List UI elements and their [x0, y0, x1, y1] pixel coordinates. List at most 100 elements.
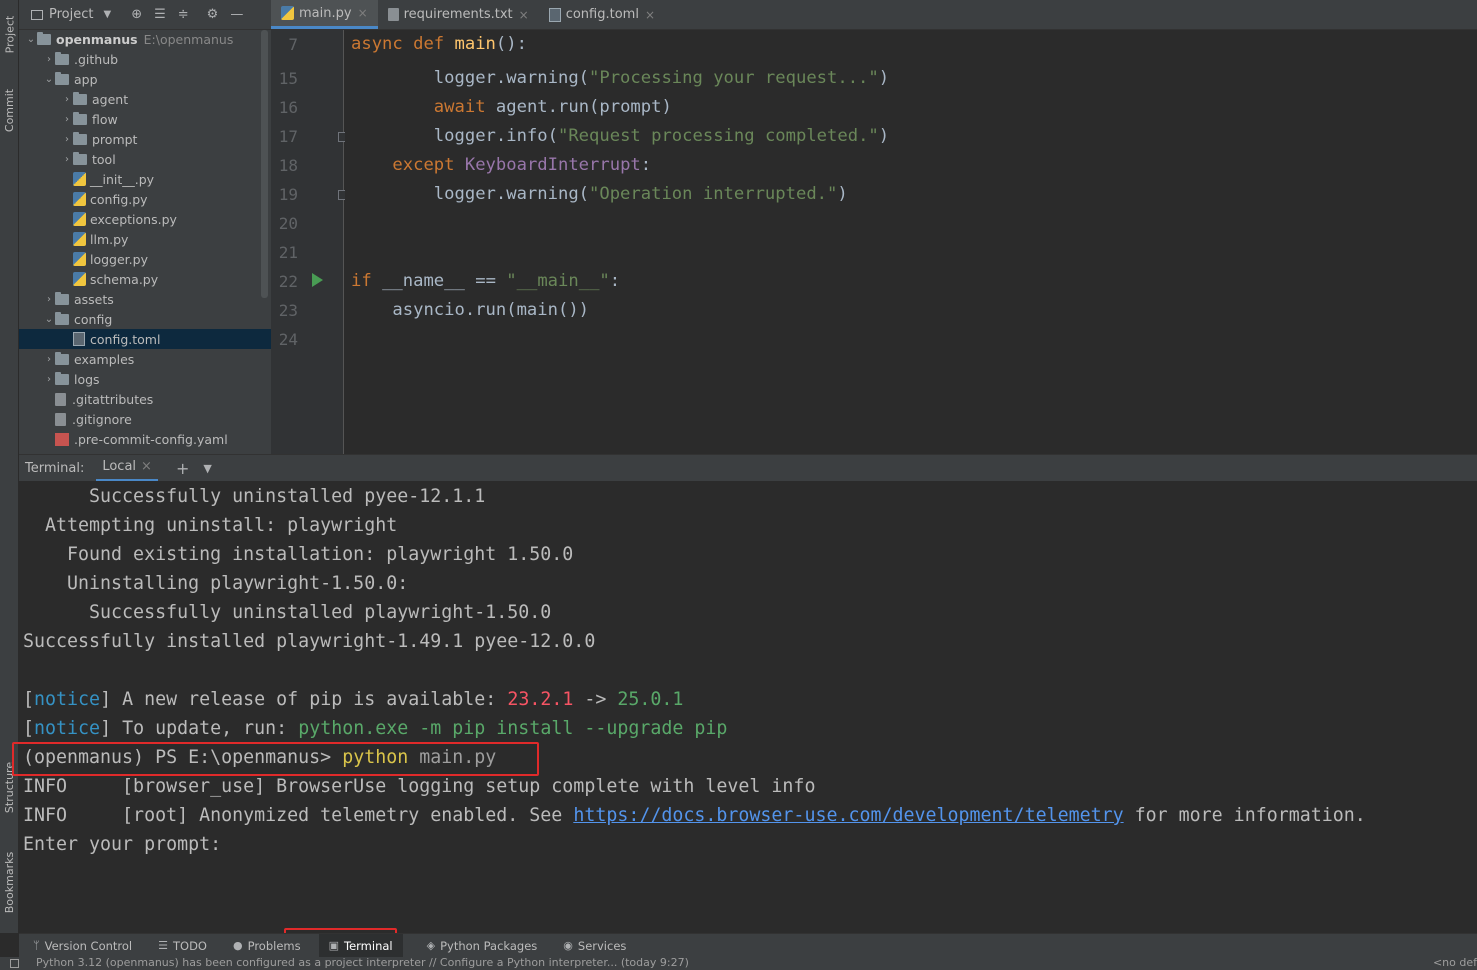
tree-item-label: .pre-commit-config.yaml — [74, 431, 228, 447]
status-toggle-icon[interactable] — [10, 959, 19, 968]
telemetry-link[interactable]: https://docs.browser-use.com/development… — [573, 805, 1123, 826]
code-line: logger.warning("Operation interrupted.") — [433, 184, 848, 204]
folder-icon — [73, 131, 87, 145]
line-number: 17 — [278, 127, 298, 146]
tree-item-label: assets — [74, 291, 114, 307]
code-line: if __name__ == "__main__": — [351, 271, 621, 291]
line-number: 24 — [278, 330, 298, 349]
tree-item-config[interactable]: ⌄ config — [19, 309, 271, 329]
tree-item-label: config — [74, 311, 113, 327]
toolwindow-problems[interactable]: ● Problems — [231, 934, 303, 958]
line-number: 21 — [278, 243, 298, 262]
tree-item-label: tool — [92, 151, 116, 167]
tree-item-agent[interactable]: › agent — [19, 89, 271, 109]
tree-item-llm-py[interactable]: llm.py — [19, 229, 271, 249]
toolwindow-version-control[interactable]: ᛘ Version Control — [31, 934, 134, 958]
chevron-right-icon[interactable]: › — [61, 94, 73, 105]
commit-tool-tab[interactable]: Commit — [0, 80, 19, 140]
terminal-icon: ▣ — [328, 939, 340, 952]
tree-item-flow[interactable]: › flow — [19, 109, 271, 129]
tree-item-exceptions-py[interactable]: exceptions.py — [19, 209, 271, 229]
expand-all-icon[interactable]: ☰ — [154, 7, 166, 22]
tab-main-py[interactable]: main.py × — [271, 0, 378, 29]
bookmarks-tool-tab[interactable]: Bookmarks — [0, 842, 19, 922]
chevron-down-icon[interactable]: ⌄ — [43, 314, 55, 325]
tree-item-assets[interactable]: › assets — [19, 289, 271, 309]
chevron-right-icon[interactable]: › — [61, 134, 73, 145]
terminal-line: Successfully installed playwright-1.49.1… — [23, 631, 596, 652]
tree-item-label: app — [74, 71, 98, 87]
folder-icon — [55, 311, 69, 325]
status-bar: Python 3.12 (openmanus) has been configu… — [0, 957, 1477, 970]
tree-root-openmanus[interactable]: ⌄ openmanus E:\openmanus — [19, 29, 271, 49]
tree-item-label: exceptions.py — [90, 211, 177, 227]
chevron-right-icon[interactable]: › — [43, 294, 55, 305]
terminal-output[interactable]: Successfully uninstalled pyee-12.1.1 Att… — [19, 481, 1477, 933]
tree-item-init-py[interactable]: __init__.py — [19, 169, 271, 189]
tree-item-label: .gitignore — [72, 411, 132, 427]
tree-item-label: flow — [92, 111, 118, 127]
hide-icon[interactable]: — — [230, 7, 243, 22]
chevron-right-icon[interactable]: › — [43, 54, 55, 65]
status-message[interactable]: Python 3.12 (openmanus) has been configu… — [36, 957, 689, 970]
highlight-box-command — [12, 742, 539, 776]
close-icon[interactable]: × — [141, 459, 152, 474]
tree-item-logger-py[interactable]: logger.py — [19, 249, 271, 269]
python-file-icon — [73, 252, 86, 266]
tree-item-pre-commit-config-yaml[interactable]: .pre-commit-config.yaml — [19, 429, 271, 449]
chevron-right-icon[interactable]: › — [43, 374, 55, 385]
collapse-all-icon[interactable]: ≑ — [178, 7, 189, 22]
terminal-tab-local[interactable]: Local × — [96, 455, 158, 482]
line-number: 18 — [278, 156, 298, 175]
toolwindow-python-packages[interactable]: ◈ Python Packages — [425, 934, 540, 958]
chevron-right-icon[interactable]: › — [43, 354, 55, 365]
tree-item-gitignore[interactable]: .gitignore — [19, 409, 271, 429]
tree-item-schema-py[interactable]: schema.py — [19, 269, 271, 289]
folder-icon — [55, 371, 69, 385]
tab-config-toml[interactable]: config.toml × — [539, 0, 665, 29]
code-line: logger.info("Request processing complete… — [433, 126, 890, 146]
tree-item-logs[interactable]: › logs — [19, 369, 271, 389]
interpreter-status[interactable]: <no def — [1433, 957, 1477, 970]
services-icon: ◉ — [563, 939, 573, 952]
locate-icon[interactable]: ⊕ — [131, 7, 142, 22]
toolwindow-todo[interactable]: ☰ TODO — [156, 934, 209, 958]
toolwindow-bar: ᛘ Version Control ☰ TODO ● Problems ▣ Termin… — [19, 933, 1477, 958]
tree-item-app[interactable]: ⌄ app — [19, 69, 271, 89]
tab-requirements-txt[interactable]: requirements.txt × — [378, 0, 539, 29]
chevron-right-icon[interactable]: › — [61, 114, 73, 125]
project-tool-tab[interactable]: Project — [0, 4, 19, 64]
tree-item-examples[interactable]: › examples — [19, 349, 271, 369]
toolwindow-terminal[interactable]: ▣ Terminal — [318, 933, 403, 958]
tree-item-github[interactable]: › .github — [19, 49, 271, 69]
project-view-icon — [31, 9, 43, 20]
close-icon[interactable]: × — [358, 6, 368, 20]
chevron-down-icon[interactable]: ▼ — [203, 462, 211, 475]
chevron-down-icon[interactable]: ▼ — [103, 9, 111, 20]
terminal-line: Found existing installation: playwright … — [23, 544, 574, 565]
tree-item-config-toml[interactable]: config.toml — [19, 329, 271, 349]
run-icon[interactable] — [312, 273, 323, 287]
tree-item-prompt[interactable]: › prompt — [19, 129, 271, 149]
terminal-line: Attempting uninstall: playwright — [23, 515, 398, 536]
close-icon[interactable]: × — [645, 8, 655, 22]
folder-icon — [73, 111, 87, 125]
toolwindow-services[interactable]: ◉ Services — [561, 934, 628, 958]
tree-item-config-py[interactable]: config.py — [19, 189, 271, 209]
tree-item-label: examples — [74, 351, 135, 367]
gear-icon[interactable]: ⚙ — [207, 7, 219, 22]
chevron-down-icon[interactable]: ⌄ — [25, 34, 37, 45]
chevron-right-icon[interactable]: › — [61, 154, 73, 165]
add-icon[interactable]: + — [176, 459, 189, 478]
line-number: 23 — [278, 301, 298, 320]
chevron-down-icon[interactable]: ⌄ — [43, 74, 55, 85]
project-panel-title[interactable]: Project — [49, 7, 93, 22]
tree-item-tool[interactable]: › tool — [19, 149, 271, 169]
scrollbar[interactable] — [261, 30, 268, 298]
folder-icon — [73, 91, 87, 105]
close-icon[interactable]: × — [519, 8, 529, 22]
folder-icon — [73, 151, 87, 165]
folder-icon — [55, 351, 69, 365]
code-editor[interactable]: async def main(): logger.warning("Proces… — [345, 30, 1477, 454]
tree-item-gitattributes[interactable]: .gitattributes — [19, 389, 271, 409]
